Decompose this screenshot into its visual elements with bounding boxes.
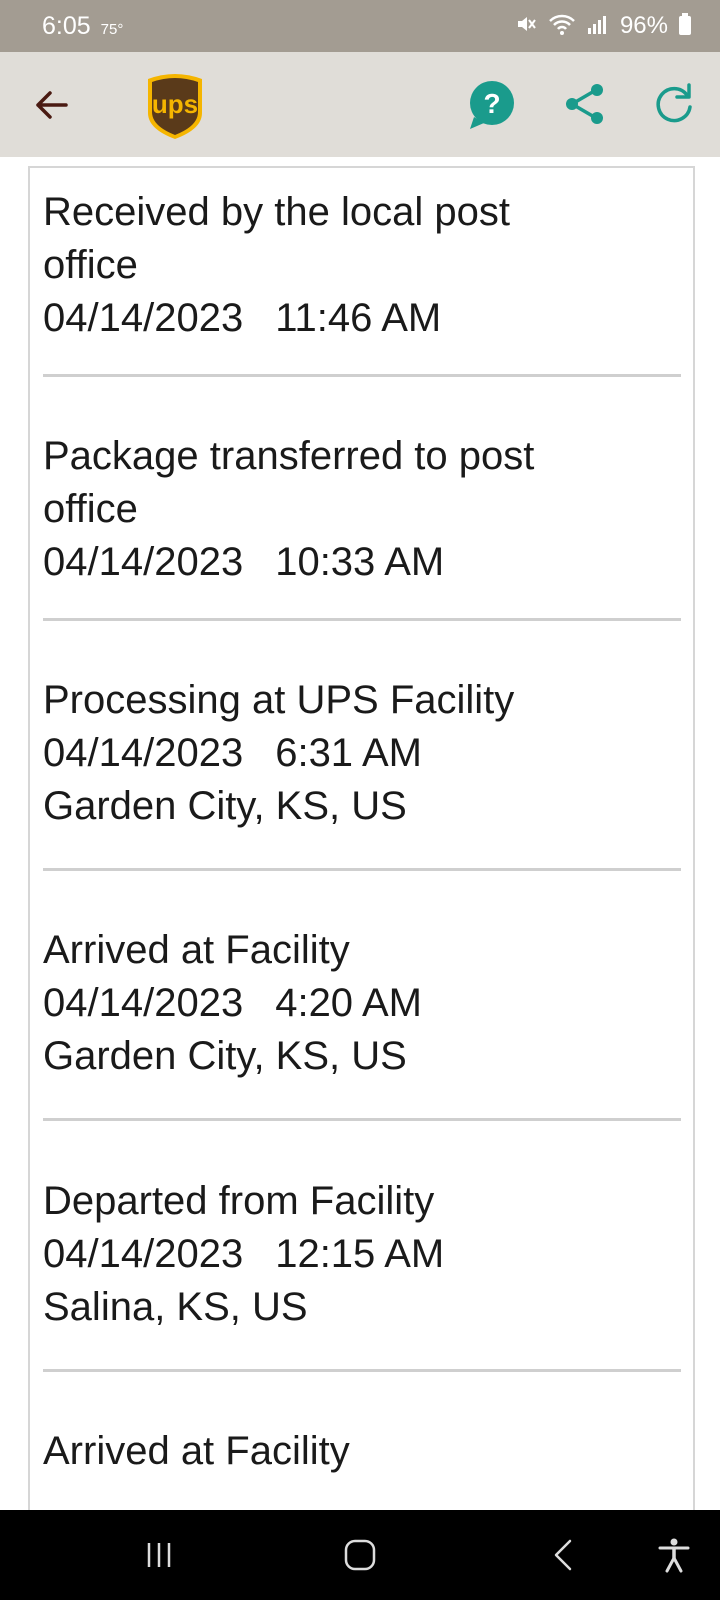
- status-time: 6:05: [42, 11, 91, 40]
- back-icon: [554, 1539, 572, 1571]
- event-date: 04/14/2023: [43, 540, 244, 584]
- event-divider: [43, 1118, 681, 1121]
- event-status-continued: office: [43, 243, 138, 287]
- home-icon: [344, 1539, 376, 1571]
- event-status: Departed from Facility: [43, 1179, 435, 1223]
- share-button[interactable]: [562, 81, 608, 127]
- screen: 6:05 75° 96% ups ? Received by the local…: [0, 0, 720, 1600]
- event-date: 04/14/2023: [43, 731, 244, 775]
- refresh-icon: [656, 83, 692, 123]
- battery-percent: 96%: [619, 12, 668, 39]
- event-status-continued: office: [43, 487, 138, 531]
- recent-apps-icon: [147, 1543, 171, 1567]
- help-button[interactable]: ?: [466, 79, 518, 131]
- event-date: 04/14/2023: [43, 1232, 244, 1276]
- tracking-event[interactable]: Arrived at Facility 04/14/2023 4:20 AM Ga…: [43, 924, 681, 1121]
- app-bar: ups ?: [0, 52, 720, 157]
- event-divider: [43, 374, 681, 377]
- tracking-event[interactable]: Received by the local post office 04/14/…: [43, 186, 681, 377]
- event-status: Arrived at Facility: [43, 1429, 350, 1473]
- event-divider: [43, 1369, 681, 1372]
- event-divider: [43, 868, 681, 871]
- event-status: Arrived at Facility: [43, 928, 350, 972]
- event-time: 11:46 AM: [275, 296, 442, 340]
- tracking-event[interactable]: Departed from Facility 04/14/2023 12:15 A…: [43, 1175, 681, 1372]
- tracking-event[interactable]: Arrived at Facility: [43, 1425, 681, 1478]
- event-status: Received by the local post: [43, 190, 510, 234]
- event-date: 04/14/2023: [43, 981, 244, 1025]
- tracking-event[interactable]: Package transferred to post office 04/14…: [43, 430, 681, 621]
- status-bar: 6:05 75° 96%: [0, 0, 720, 52]
- ups-logo: ups: [145, 71, 205, 141]
- svg-text:?: ?: [483, 88, 500, 119]
- system-back-button[interactable]: [540, 1532, 586, 1578]
- arrow-left-icon: [36, 91, 68, 119]
- event-time: 12:15 AM: [275, 1232, 445, 1276]
- svg-text:ups: ups: [152, 89, 198, 119]
- refresh-button[interactable]: [651, 81, 697, 127]
- tracking-event[interactable]: Processing at UPS Facility 04/14/2023 6:3…: [43, 674, 681, 871]
- event-status: Processing at UPS Facility: [43, 678, 515, 722]
- accessibility-icon: [658, 1538, 690, 1573]
- battery-icon: [678, 12, 692, 41]
- event-divider: [43, 618, 681, 621]
- back-button[interactable]: [28, 82, 74, 128]
- home-button[interactable]: [337, 1532, 383, 1578]
- event-time: 10:33 AM: [275, 540, 445, 584]
- share-icon: [566, 84, 603, 124]
- event-date: 04/14/2023: [43, 296, 244, 340]
- status-temperature: 75°: [100, 20, 124, 38]
- event-location: Garden City, KS, US: [43, 1034, 407, 1078]
- accessibility-button[interactable]: [651, 1532, 697, 1578]
- mute-icon: [514, 12, 538, 41]
- recent-apps-button[interactable]: [136, 1532, 182, 1578]
- event-time: 6:31 AM: [275, 731, 422, 775]
- system-nav-bar: [0, 1510, 720, 1600]
- tracking-history-list: Received by the local post office 04/14/…: [28, 166, 695, 1516]
- signal-icon: [586, 12, 610, 41]
- event-location: Salina, KS, US: [43, 1285, 308, 1329]
- wifi-icon: [548, 12, 576, 41]
- event-location: Garden City, KS, US: [43, 784, 407, 828]
- help-chat-icon: ?: [470, 81, 514, 129]
- event-time: 4:20 AM: [275, 981, 422, 1025]
- event-status: Package transferred to post: [43, 434, 535, 478]
